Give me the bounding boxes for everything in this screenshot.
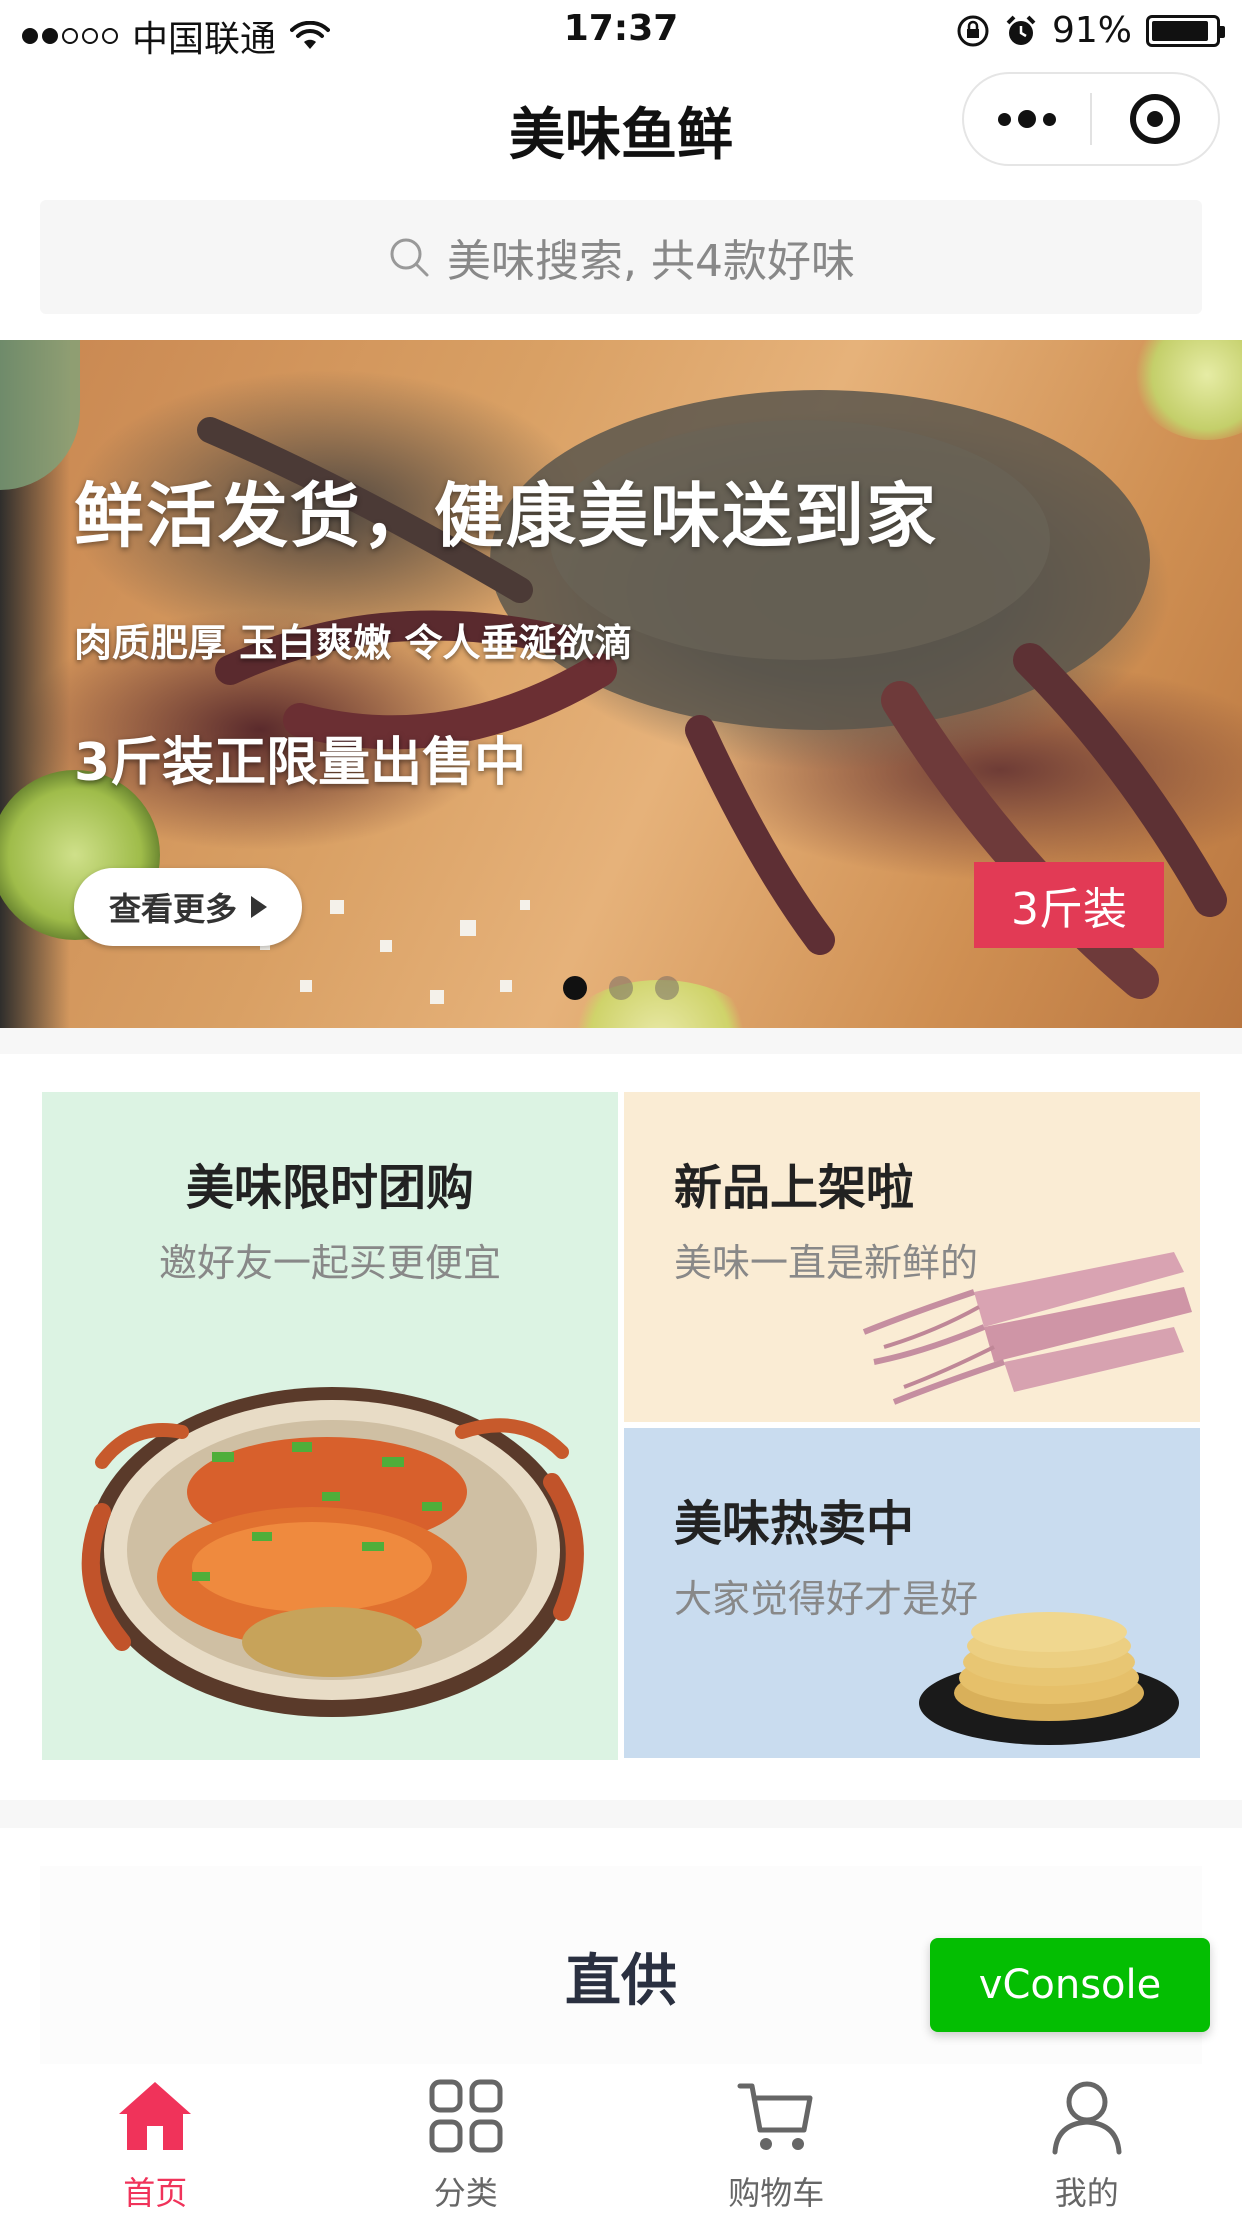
hot-sale-title: 美味热卖中 xyxy=(674,1484,914,1554)
tab-profile[interactable]: 我的 xyxy=(932,2064,1242,2208)
tab-bar: 首页 分类 购物车 我的 xyxy=(0,2064,1242,2208)
carousel-dot[interactable] xyxy=(655,976,679,1000)
tab-label: 我的 xyxy=(932,2168,1242,2214)
section-divider xyxy=(0,1800,1242,1828)
banner-headline: 鲜活发货，健康美味送到家 xyxy=(74,460,938,561)
tab-home[interactable]: 首页 xyxy=(0,2064,311,2208)
status-bar: 中国联通 17:37 91% xyxy=(0,0,1242,62)
crab-plate-image xyxy=(62,1342,602,1742)
hot-sale-card[interactable]: 美味热卖中 大家觉得好才是好 xyxy=(624,1428,1200,1758)
tab-label: 购物车 xyxy=(621,2168,932,2214)
more-menu-button[interactable] xyxy=(964,74,1090,164)
banner-promo-text: 3斤装正限量出售中 xyxy=(74,720,526,795)
grid-icon xyxy=(426,2076,506,2156)
new-arrivals-title: 新品上架啦 xyxy=(674,1148,914,1218)
play-arrow-icon xyxy=(251,896,267,918)
view-more-button[interactable]: 查看更多 xyxy=(74,868,302,946)
group-buy-title: 美味限时团购 xyxy=(42,1148,618,1218)
search-icon xyxy=(387,235,431,279)
vconsole-button[interactable]: vConsole xyxy=(930,1938,1210,2032)
search-bar[interactable]: 美味搜索, 共4款好味 xyxy=(40,200,1202,314)
tab-label: 首页 xyxy=(0,2168,311,2214)
package-tag: 3斤装 xyxy=(974,862,1164,948)
tab-label: 分类 xyxy=(311,2168,622,2214)
carousel-indicators xyxy=(0,976,1242,1000)
battery-percent: 91% xyxy=(1052,10,1132,51)
new-arrivals-card[interactable]: 新品上架啦 美味一直是新鲜的 xyxy=(624,1092,1200,1422)
cart-icon xyxy=(736,2076,816,2156)
squid-image xyxy=(854,1232,1194,1412)
banner-carousel[interactable]: 鲜活发货，健康美味送到家 肉质肥厚 玉白爽嫩 令人垂涎欲滴 3斤装正限量出售中 … xyxy=(0,340,1242,1028)
user-icon xyxy=(1047,2076,1127,2156)
view-more-label: 查看更多 xyxy=(109,884,237,930)
section-divider xyxy=(0,1028,1242,1054)
target-icon xyxy=(1130,94,1180,144)
tab-cart[interactable]: 购物车 xyxy=(621,2064,932,2208)
carousel-dot[interactable] xyxy=(609,976,633,1000)
nav-bar: 美味鱼鲜 xyxy=(0,62,1242,182)
group-buy-card[interactable]: 美味限时团购 邀好友一起买更便宜 xyxy=(42,1092,618,1760)
fish-cake-image xyxy=(914,1598,1184,1748)
status-right: 91% xyxy=(956,10,1220,51)
banner-subline: 肉质肥厚 玉白爽嫩 令人垂涎欲滴 xyxy=(74,612,632,667)
home-icon xyxy=(115,2076,195,2156)
alarm-icon xyxy=(1004,14,1038,48)
battery-level xyxy=(1152,21,1208,41)
more-dots-icon xyxy=(998,110,1056,128)
tab-category[interactable]: 分类 xyxy=(311,2064,622,2208)
search-placeholder: 美味搜索, 共4款好味 xyxy=(447,225,855,289)
battery-icon xyxy=(1146,15,1220,47)
rotation-lock-icon xyxy=(956,14,990,48)
close-miniprogram-button[interactable] xyxy=(1092,74,1218,164)
miniprogram-capsule xyxy=(962,72,1220,166)
group-buy-subtitle: 邀好友一起买更便宜 xyxy=(42,1232,618,1287)
carousel-dot[interactable] xyxy=(563,976,587,1000)
